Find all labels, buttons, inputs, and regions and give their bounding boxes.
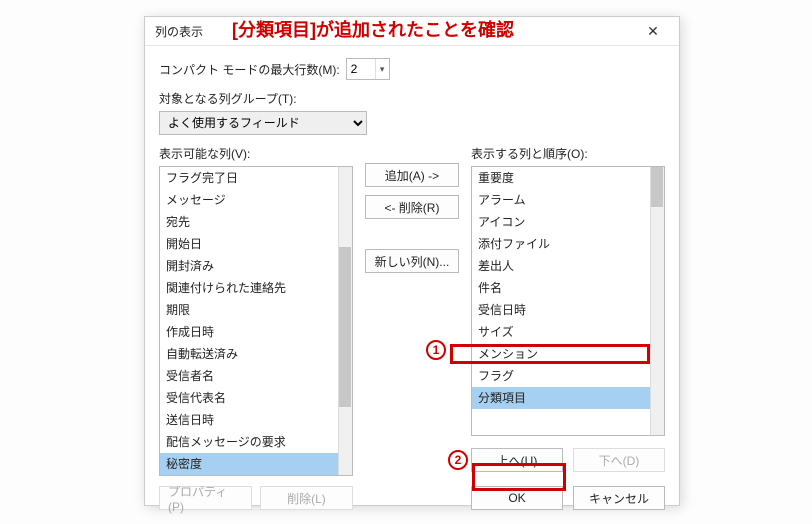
scrollbar-thumb[interactable] [339, 247, 351, 407]
compact-input[interactable] [347, 62, 375, 76]
move-up-button[interactable]: 上へ(U) [471, 448, 563, 472]
delete-button[interactable]: 削除(L) [260, 486, 353, 510]
compact-row: コンパクト モードの最大行数(M): ▾ [159, 58, 665, 80]
list-item[interactable]: 秘密度 [160, 453, 352, 475]
add-button[interactable]: 追加(A) -> [365, 163, 459, 187]
new-column-button[interactable]: 新しい列(N)... [365, 249, 459, 273]
compact-spinner[interactable]: ▾ [346, 58, 390, 80]
list-item[interactable]: 重要度 [472, 167, 664, 189]
properties-button[interactable]: プロパティ(P) [159, 486, 252, 510]
group-select[interactable]: よく使用するフィールド [159, 111, 367, 135]
list-item[interactable]: 送信日時 [160, 409, 352, 431]
list-item[interactable]: メンション [472, 343, 664, 365]
list-item[interactable]: 開始日 [160, 233, 352, 255]
list-item[interactable]: 宛先 [160, 211, 352, 233]
list-item[interactable]: 添付ファイル [472, 233, 664, 255]
columns-dialog: 列の表示 ✕ コンパクト モードの最大行数(M): ▾ 対象となる列グループ(T… [144, 16, 680, 506]
scrollbar-thumb-right[interactable] [651, 167, 663, 207]
scrollbar-track[interactable] [338, 167, 352, 475]
group-row: 対象となる列グループ(T): よく使用するフィールド [159, 90, 665, 135]
group-label: 対象となる列グループ(T): [159, 90, 665, 107]
cancel-button[interactable]: キャンセル [573, 486, 665, 510]
list-item[interactable]: メッセージ [160, 189, 352, 211]
close-icon: ✕ [647, 23, 659, 40]
shown-label: 表示する列と順序(O): [471, 145, 665, 162]
ok-button[interactable]: OK [471, 486, 563, 510]
close-button[interactable]: ✕ [635, 17, 671, 45]
available-listbox[interactable]: フラグ完了日メッセージ宛先開始日開封済み関連付けられた連絡先期限作成日時自動転送… [159, 166, 353, 476]
list-item[interactable]: 件名 [472, 277, 664, 299]
list-item[interactable]: アイコン [472, 211, 664, 233]
move-down-button[interactable]: 下へ(D) [573, 448, 665, 472]
remove-button[interactable]: <- 削除(R) [365, 195, 459, 219]
list-item[interactable]: 受信者名 [160, 365, 352, 387]
list-item[interactable]: 差出人 [472, 255, 664, 277]
list-item[interactable]: サイズ [472, 321, 664, 343]
dialog-title: 列の表示 [155, 23, 635, 40]
scrollbar-track-right[interactable] [650, 167, 664, 435]
chevron-down-icon[interactable]: ▾ [375, 59, 389, 79]
list-item[interactable]: アラーム [472, 189, 664, 211]
available-label: 表示可能な列(V): [159, 145, 353, 162]
list-item[interactable]: フラグ完了日 [160, 167, 352, 189]
list-item[interactable]: 開封済み [160, 255, 352, 277]
list-item[interactable]: 配信メッセージの要求 [160, 431, 352, 453]
titlebar: 列の表示 ✕ [145, 17, 679, 46]
shown-listbox[interactable]: 重要度アラームアイコン添付ファイル差出人件名受信日時サイズメンションフラグ分類項… [471, 166, 665, 436]
list-item[interactable]: 自動転送済み [160, 343, 352, 365]
list-item[interactable]: 関連付けられた連絡先 [160, 277, 352, 299]
list-item[interactable]: 期限 [160, 299, 352, 321]
list-item[interactable]: 受信代表名 [160, 387, 352, 409]
list-item[interactable]: 分類項目 [472, 387, 664, 409]
compact-label: コンパクト モードの最大行数(M): [159, 61, 340, 78]
list-item[interactable]: 作成日時 [160, 321, 352, 343]
list-item[interactable]: 受信日時 [472, 299, 664, 321]
list-item[interactable]: フラグ [472, 365, 664, 387]
